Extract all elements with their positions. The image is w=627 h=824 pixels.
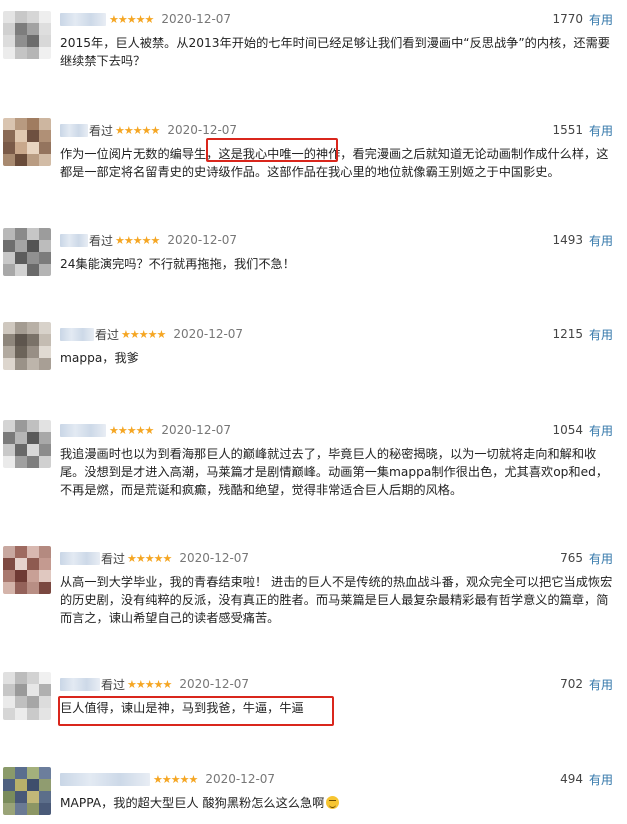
comment-meta: ★★★★★ 2020-12-07 <box>60 422 231 438</box>
comment-date: 2020-12-07 <box>167 123 238 137</box>
vote-count: 1054 <box>552 423 583 437</box>
vote-count: 1770 <box>552 12 583 26</box>
username-blurred[interactable] <box>60 327 94 341</box>
comment-text: 我追漫画时也以为到看海那巨人的巅峰就过去了，毕竟巨人的秘密揭晓，以为一切就将走向… <box>60 447 609 497</box>
useful-button[interactable]: 有用 <box>589 122 613 139</box>
vote-area: 1551 有用 <box>552 122 613 138</box>
rating-stars: ★★★★★ <box>115 123 160 137</box>
vote-area: 494 有用 <box>560 771 613 787</box>
username-blurred[interactable] <box>60 423 106 437</box>
rating-stars: ★★★★★ <box>153 772 198 786</box>
comment-text: 从高一到大学毕业，我的青春结束啦！ 进击的巨人不是传统的热血战斗番，观众完全可以… <box>60 575 613 625</box>
rating-stars: ★★★★★ <box>127 551 172 565</box>
comment-text-row: MAPPA，我的超大型巨人 酸狗黑粉怎么这么急啊 <box>60 794 616 812</box>
vote-count: 1215 <box>552 327 583 341</box>
useful-button[interactable]: 有用 <box>589 11 613 28</box>
comment-text: 作为一位阅片无数的编导生，这是我心中唯一的神作，看完漫画之后就知道无论动画制作成… <box>60 147 609 179</box>
avatar[interactable] <box>3 322 51 370</box>
highlight-box <box>206 138 338 162</box>
grinning-sweat-emoji-icon <box>326 796 340 809</box>
vote-count: 1493 <box>552 233 583 247</box>
comment-date: 2020-12-07 <box>167 233 238 247</box>
useful-button[interactable]: 有用 <box>589 676 613 693</box>
watched-label: 看过 <box>89 123 114 138</box>
vote-area: 702 有用 <box>560 676 613 692</box>
rating-stars: ★★★★★ <box>121 327 166 341</box>
rating-stars: ★★★★★ <box>127 677 172 691</box>
username-blurred[interactable] <box>60 772 150 786</box>
highlight-box <box>58 696 334 726</box>
vote-area: 765 有用 <box>560 550 613 566</box>
comment-meta: 看过 ★★★★★ 2020-12-07 <box>60 232 237 248</box>
username-blurred[interactable] <box>60 233 88 247</box>
rating-stars: ★★★★★ <box>109 12 154 26</box>
useful-button[interactable]: 有用 <box>589 422 613 439</box>
comment-date: 2020-12-07 <box>179 551 250 565</box>
vote-count: 494 <box>560 772 583 786</box>
username-blurred[interactable] <box>60 677 100 691</box>
username-blurred[interactable] <box>60 12 106 26</box>
comment-date: 2020-12-07 <box>173 327 244 341</box>
avatar[interactable] <box>3 420 51 468</box>
avatar[interactable] <box>3 228 51 276</box>
comment-date: 2020-12-07 <box>161 423 232 437</box>
avatar[interactable] <box>3 11 51 59</box>
comment-date: 2020-12-07 <box>205 772 276 786</box>
comment-meta: ★★★★★ 2020-12-07 <box>60 771 275 787</box>
comment-meta: 看过 ★★★★★ 2020-12-07 <box>60 326 243 342</box>
watched-label: 看过 <box>89 233 114 248</box>
useful-button[interactable]: 有用 <box>589 326 613 343</box>
watched-label: 看过 <box>95 327 120 342</box>
vote-count: 1551 <box>552 123 583 137</box>
comment-date: 2020-12-07 <box>179 677 250 691</box>
comment-meta: 看过 ★★★★★ 2020-12-07 <box>60 122 237 138</box>
comment-text: mappa，我爹 <box>60 351 139 365</box>
rating-stars: ★★★★★ <box>109 423 154 437</box>
avatar[interactable] <box>3 672 51 720</box>
username-blurred[interactable] <box>60 123 88 137</box>
comment-text: 2015年，巨人被禁。从2013年开始的七年时间已经足够让我们看到漫画中“反思战… <box>60 36 610 68</box>
avatar[interactable] <box>3 767 51 815</box>
avatar[interactable] <box>3 546 51 594</box>
vote-area: 1770 有用 <box>552 11 613 27</box>
vote-count: 765 <box>560 551 583 565</box>
useful-button[interactable]: 有用 <box>589 550 613 567</box>
watched-label: 看过 <box>101 677 126 692</box>
vote-area: 1054 有用 <box>552 422 613 438</box>
rating-stars: ★★★★★ <box>115 233 160 247</box>
vote-count: 702 <box>560 677 583 691</box>
vote-area: 1493 有用 <box>552 232 613 248</box>
comment-date: 2020-12-07 <box>161 12 232 26</box>
vote-area: 1215 有用 <box>552 326 613 342</box>
comment-meta: 看过 ★★★★★ 2020-12-07 <box>60 550 249 566</box>
comment-text: MAPPA，我的超大型巨人 酸狗黑粉怎么这么急啊 <box>60 796 325 810</box>
comment-text: 24集能演完吗？不行就再拖拖，我们不急！ <box>60 257 295 271</box>
useful-button[interactable]: 有用 <box>589 232 613 249</box>
useful-button[interactable]: 有用 <box>589 771 613 788</box>
avatar[interactable] <box>3 118 51 166</box>
comment-meta: ★★★★★ 2020-12-07 <box>60 11 231 27</box>
watched-label: 看过 <box>101 551 126 566</box>
username-blurred[interactable] <box>60 551 100 565</box>
comment-meta: 看过 ★★★★★ 2020-12-07 <box>60 676 249 692</box>
